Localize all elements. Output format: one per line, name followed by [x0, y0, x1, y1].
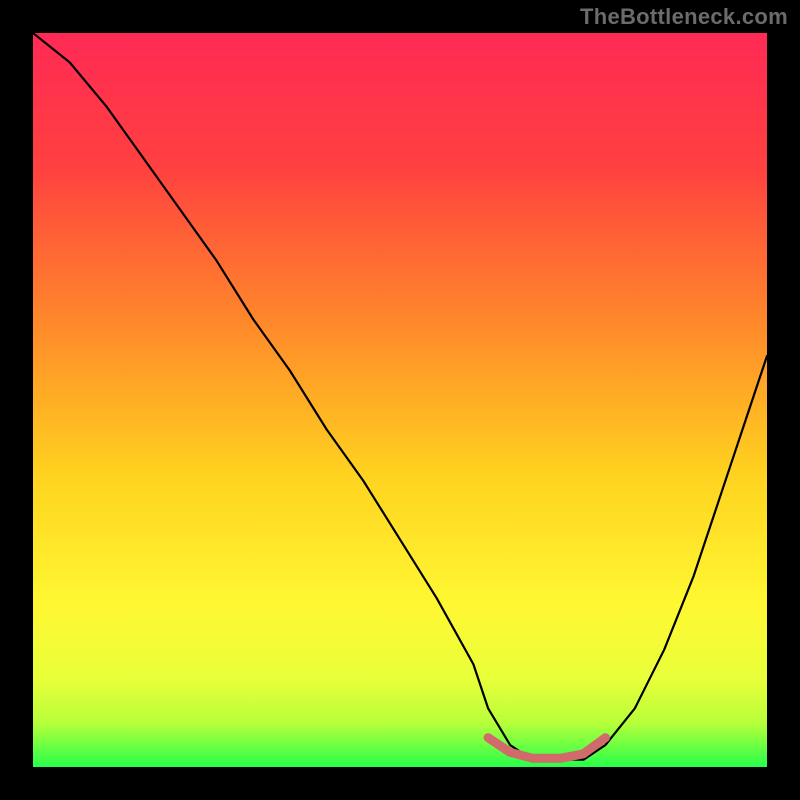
gradient-background	[33, 33, 767, 767]
chart-svg	[0, 0, 800, 800]
chart-stage: TheBottleneck.com	[0, 0, 800, 800]
watermark-text: TheBottleneck.com	[580, 4, 788, 30]
